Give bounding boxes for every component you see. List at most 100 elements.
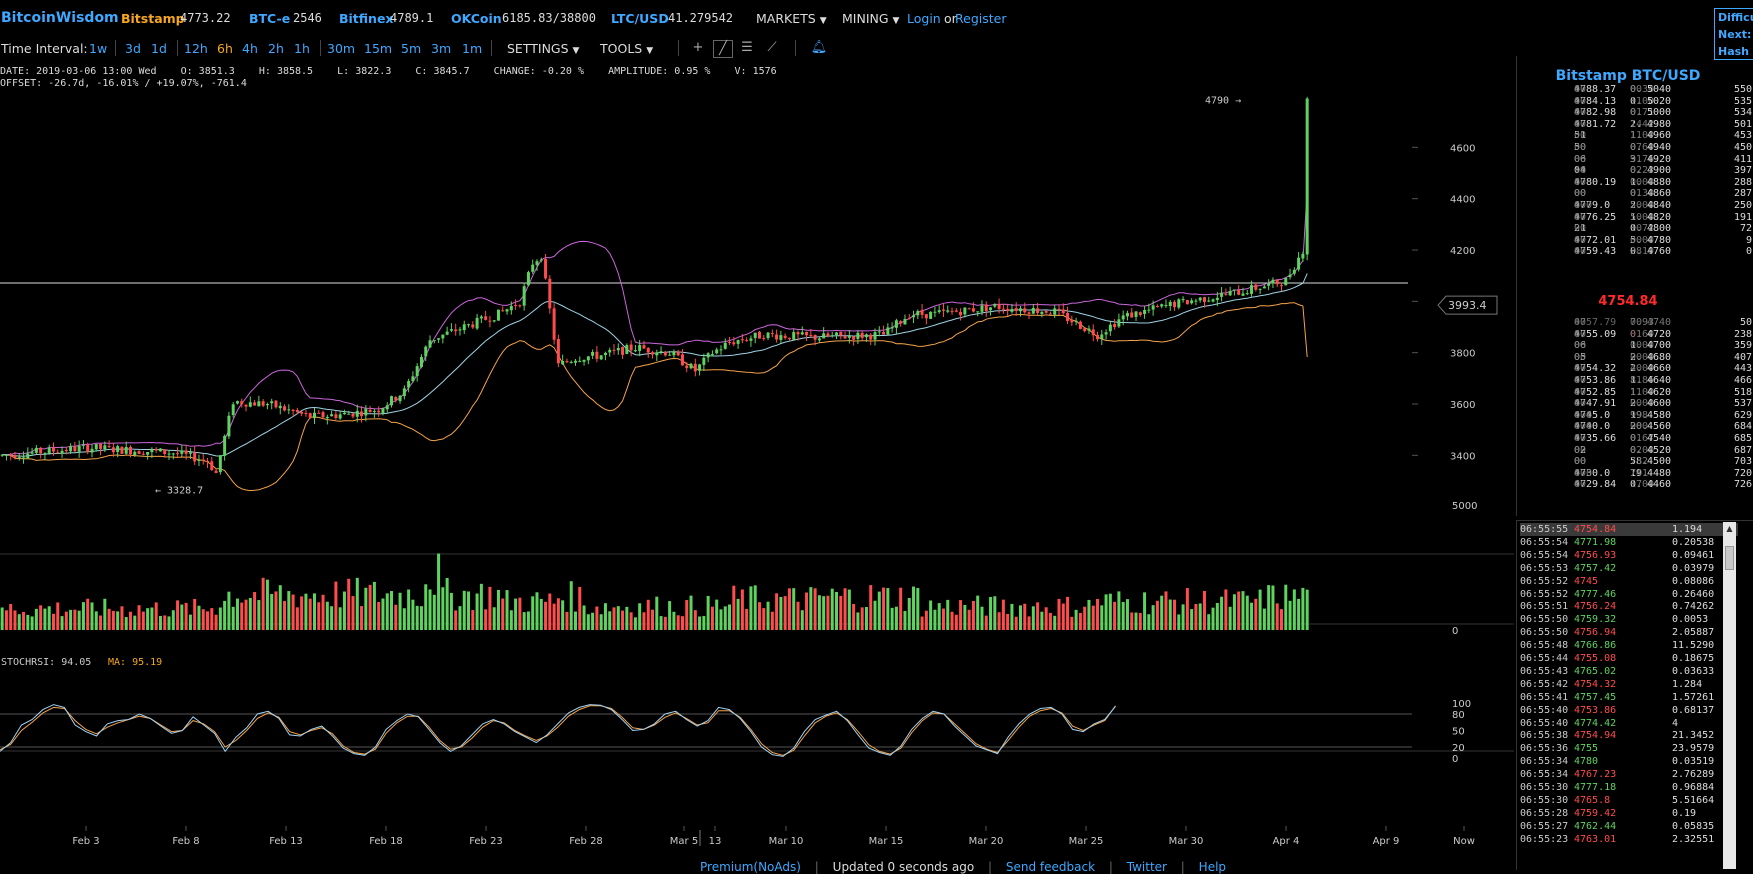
interval-4h[interactable]: 4h bbox=[242, 41, 258, 56]
ob-level: 4760 bbox=[1647, 246, 1672, 258]
volume-bar bbox=[47, 606, 51, 630]
ob-level: 4980 bbox=[1647, 118, 1672, 130]
trade-row[interactable]: 06:55:41 4757.45 1.57261 bbox=[1520, 691, 1738, 704]
trade-row[interactable]: 06:55:30 4777.18 0.96884 bbox=[1520, 781, 1738, 794]
trade-row[interactable]: 06:55:38 4754.94 21.3452 bbox=[1520, 729, 1738, 742]
candle-body bbox=[1198, 297, 1202, 301]
interval-1h[interactable]: 1h bbox=[294, 41, 310, 56]
ticker-btce[interactable]: BTC-e bbox=[249, 11, 290, 26]
interval-1d[interactable]: 1d bbox=[151, 41, 167, 56]
trade-row[interactable]: 06:55:43 4765.02 0.03633 bbox=[1520, 665, 1738, 678]
ticker-bitfinex[interactable]: Bitfinex bbox=[339, 11, 394, 26]
trade-row[interactable]: 06:55:51 4756.24 0.74262 bbox=[1520, 600, 1738, 613]
interval-12h[interactable]: 12h bbox=[184, 41, 208, 56]
candle-body bbox=[663, 351, 667, 356]
ob-cumulative: 407 bbox=[1733, 351, 1752, 363]
register-link[interactable]: Register bbox=[955, 11, 1006, 26]
trade-history[interactable]: 06:55:55 4754.84 1.194 06:55:54 4771.98 0.205… bbox=[1516, 520, 1753, 870]
volume-bar bbox=[989, 596, 993, 630]
candle-body bbox=[1053, 308, 1057, 315]
trade-row[interactable]: 06:55:48 4766.86 11.5290 bbox=[1520, 639, 1738, 652]
volume-bar bbox=[231, 606, 235, 630]
trade-row[interactable]: 06:55:28 4759.42 0.19 bbox=[1520, 807, 1738, 820]
markets-menu[interactable]: MARKETS ▼ bbox=[756, 11, 827, 26]
brand-logo[interactable]: BitcoinWisdom bbox=[1, 10, 119, 26]
help-link[interactable]: Help bbox=[1199, 860, 1226, 874]
candle-body bbox=[882, 331, 886, 335]
ticker-bitstamp[interactable]: Bitstamp bbox=[121, 11, 185, 26]
interval-1m[interactable]: 1m bbox=[462, 41, 482, 56]
candle-body bbox=[612, 349, 616, 351]
trade-row[interactable]: 06:55:55 4754.84 1.194 bbox=[1520, 523, 1738, 536]
scroll-thumb[interactable] bbox=[1725, 546, 1734, 570]
ob-level: 4800 bbox=[1647, 223, 1672, 235]
candle-body bbox=[920, 310, 924, 315]
premium-link[interactable]: Premium(NoAds) bbox=[700, 860, 801, 874]
trade-row[interactable]: 06:55:23 4763.01 2.32551 bbox=[1520, 833, 1738, 846]
mining-info-box[interactable]: Difficul Next: Hash R bbox=[1714, 8, 1753, 60]
mining-menu[interactable]: MINING ▼ bbox=[842, 11, 899, 26]
trade-amount: 23.9579 bbox=[1672, 743, 1715, 755]
trade-row[interactable]: 06:55:27 4762.44 0.05835 bbox=[1520, 820, 1738, 833]
ticker-ltcusd[interactable]: LTC/USD bbox=[611, 11, 669, 26]
crosshair-icon[interactable]: + bbox=[689, 40, 707, 56]
trade-row[interactable]: 06:55:54 4756.93 0.09461 bbox=[1520, 549, 1738, 562]
interval-3m[interactable]: 3m bbox=[431, 41, 451, 56]
volume-bar bbox=[103, 598, 107, 630]
candle-body bbox=[1288, 274, 1292, 278]
volume-bar bbox=[1151, 605, 1155, 630]
interval-15m[interactable]: 15m bbox=[364, 41, 392, 56]
trade-row[interactable]: 06:55:40 4753.86 0.68137 bbox=[1520, 704, 1738, 717]
trade-row[interactable]: 06:55:54 4771.98 0.20538 bbox=[1520, 536, 1738, 549]
volume-bar bbox=[882, 587, 886, 630]
volume-bar bbox=[826, 595, 830, 630]
volume-bar bbox=[411, 599, 415, 630]
alarm-bell-icon[interactable]: 🔔︎ bbox=[810, 40, 828, 56]
volume-bar bbox=[702, 616, 706, 630]
twitter-link[interactable]: Twitter bbox=[1127, 860, 1167, 874]
ob-level: 4500 bbox=[1647, 456, 1672, 468]
trade-row[interactable]: 06:55:52 4777.46 0.26460 bbox=[1520, 588, 1738, 601]
tools-menu[interactable]: TOOLS ▼ bbox=[600, 41, 653, 56]
trade-row[interactable]: 06:55:50 4759.32 0.0053 bbox=[1520, 613, 1738, 626]
trade-row[interactable]: 06:55:50 4756.94 2.05887 bbox=[1520, 626, 1738, 639]
trade-row[interactable]: 06:55:44 4755.08 0.18675 bbox=[1520, 652, 1738, 665]
volume-bar bbox=[295, 607, 299, 630]
trade-row[interactable]: 06:55:42 4754.32 1.284 bbox=[1520, 678, 1738, 691]
trade-row[interactable]: 06:55:34 4780 0.03519 bbox=[1520, 755, 1738, 768]
trade-row[interactable]: 06:55:36 4755 23.9579 bbox=[1520, 742, 1738, 755]
stoch-tick-label: 20 bbox=[1452, 743, 1465, 754]
trades-scrollbar[interactable]: ▲ bbox=[1723, 522, 1736, 869]
fan-icon[interactable]: ⟋ bbox=[763, 40, 781, 56]
interval-5m[interactable]: 5m bbox=[401, 41, 421, 56]
fibonacci-icon[interactable]: ☰ bbox=[738, 40, 756, 56]
volume-bar bbox=[633, 617, 637, 630]
candle-body bbox=[270, 401, 274, 404]
feedback-link[interactable]: Send feedback bbox=[1006, 860, 1095, 874]
interval-30m[interactable]: 30m bbox=[327, 41, 355, 56]
candle-body bbox=[621, 347, 625, 355]
login-link[interactable]: Login bbox=[907, 11, 941, 26]
trade-time: 06:55:41 bbox=[1520, 691, 1569, 703]
interval-6h[interactable]: 6h bbox=[217, 41, 233, 56]
trade-price: 4756.93 bbox=[1574, 549, 1617, 561]
trade-time: 06:55:27 bbox=[1520, 820, 1569, 832]
trade-time: 06:55:38 bbox=[1520, 730, 1569, 742]
volume-bar bbox=[753, 585, 757, 630]
trade-row[interactable]: 06:55:34 4767.23 2.76289 bbox=[1520, 768, 1738, 781]
trade-row[interactable]: 06:55:30 4765.8 5.51664 bbox=[1520, 794, 1738, 807]
candle-body bbox=[407, 381, 411, 388]
candle-body bbox=[723, 342, 727, 349]
trade-row[interactable]: 06:55:40 4774.42 4 bbox=[1520, 717, 1738, 730]
interval-2h[interactable]: 2h bbox=[268, 41, 284, 56]
volume-bar bbox=[342, 591, 346, 630]
price-chart[interactable]: 46004400420040003800360034003993.44790 →… bbox=[0, 56, 1514, 846]
interval-3d[interactable]: 3d bbox=[125, 41, 141, 56]
trade-row[interactable]: 06:55:53 4757.42 0.03979 bbox=[1520, 562, 1738, 575]
interval-1w[interactable]: 1w bbox=[89, 41, 107, 56]
settings-menu[interactable]: SETTINGS ▼ bbox=[507, 41, 579, 56]
trade-row[interactable]: 06:55:52 4745 0.08086 bbox=[1520, 575, 1738, 588]
scroll-up-icon[interactable]: ▲ bbox=[1723, 522, 1736, 535]
ticker-okcoin[interactable]: OKCoin bbox=[451, 11, 502, 26]
volume-bar bbox=[321, 594, 325, 630]
